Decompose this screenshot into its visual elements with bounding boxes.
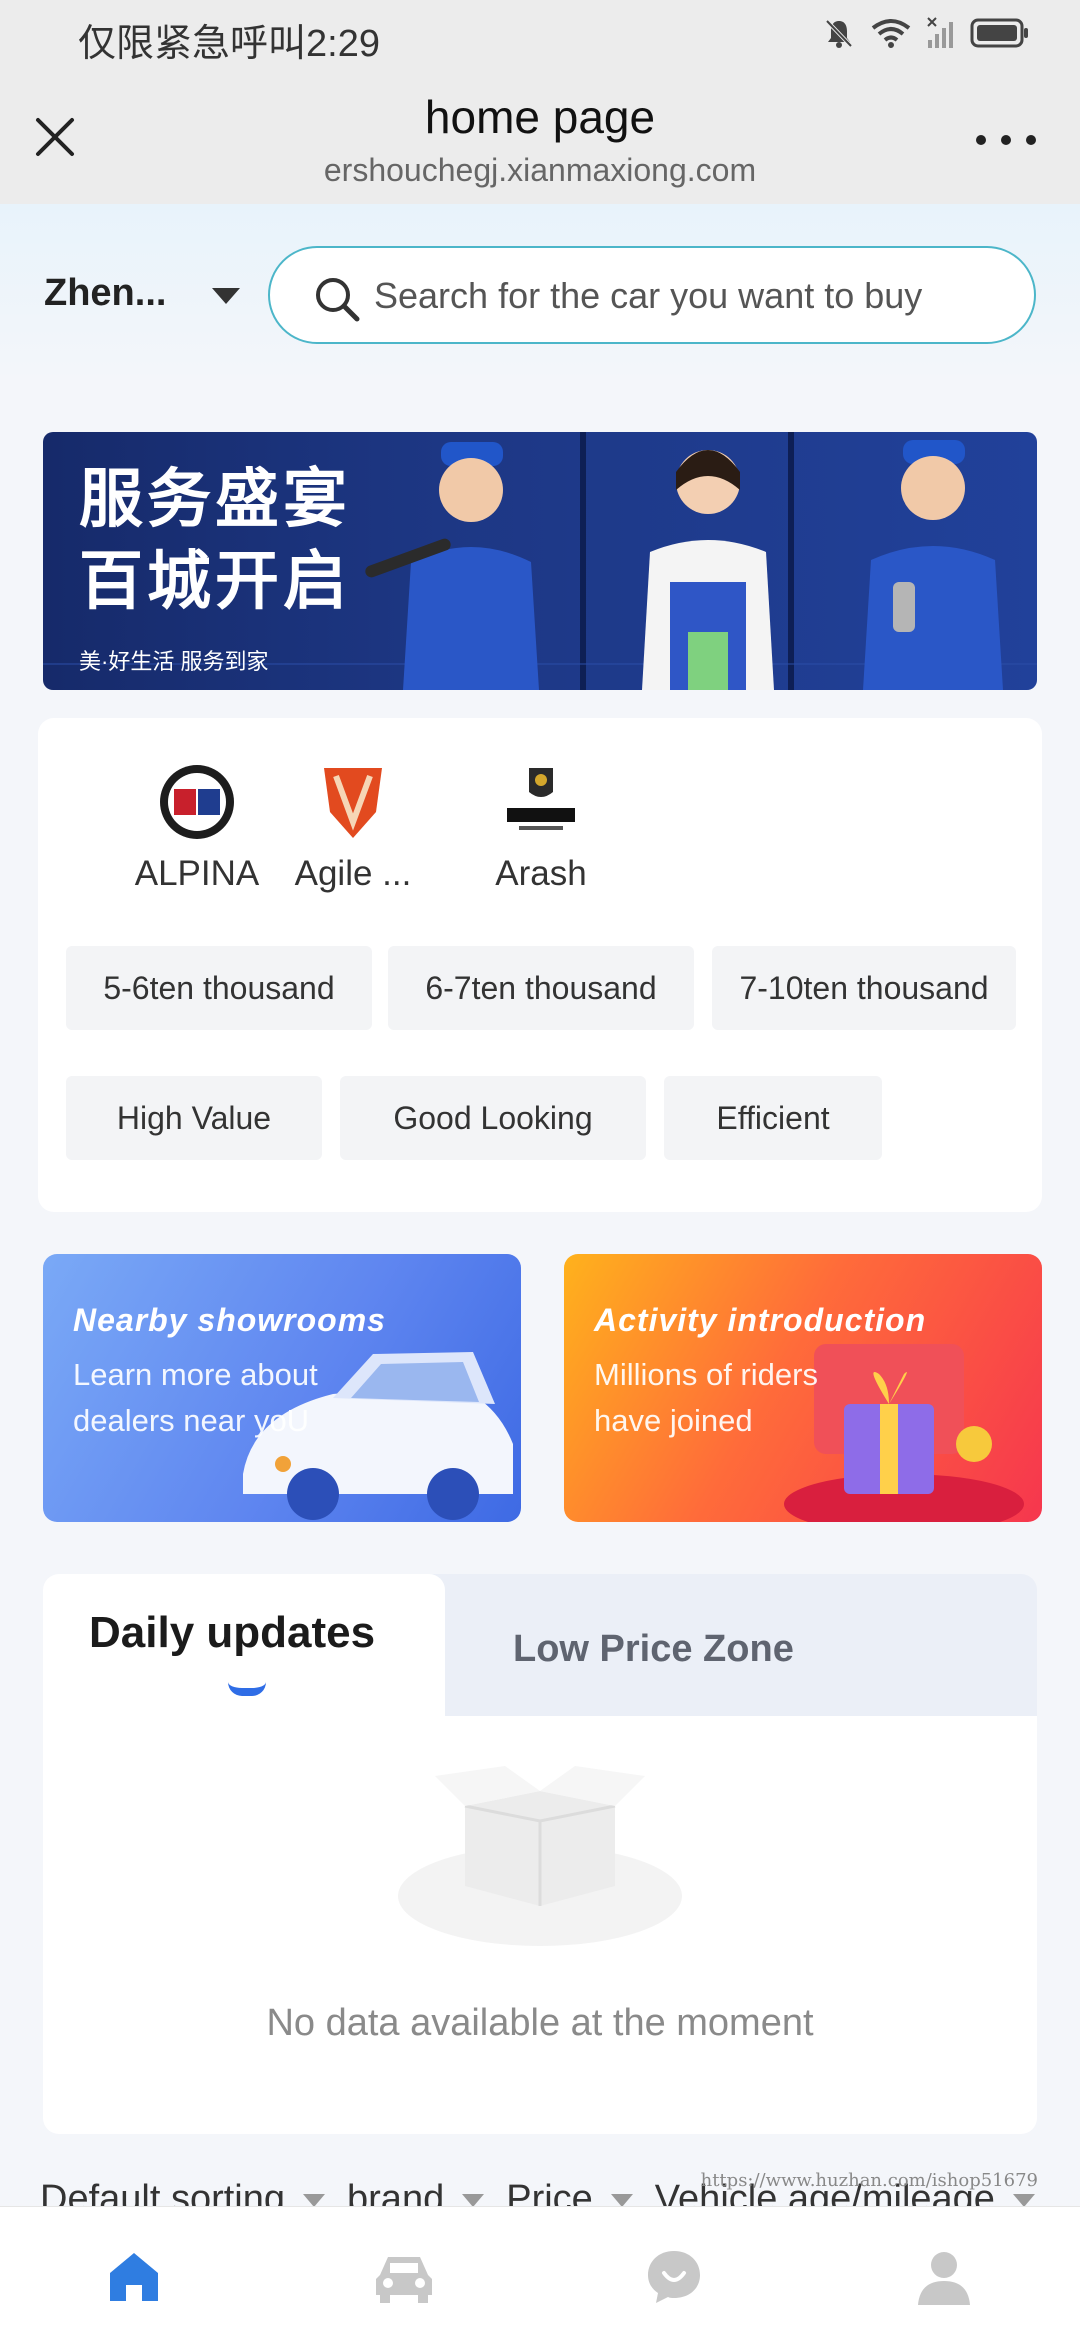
staff-figure-3 [863,440,1003,690]
no-signal-icon [927,17,953,48]
listing-tabs: Daily updates Low Price Zone [43,1574,1037,1716]
brand-name: Agile ... [294,854,412,893]
nav-profile[interactable] [912,2245,976,2309]
empty-box-icon [398,1766,682,1946]
mute-bell-icon [825,19,853,48]
arash-logo [501,762,581,842]
brand-item-alpina[interactable]: ALPINA [122,762,272,894]
status-bar: 仅限紧急呼叫2:29 [0,0,1080,72]
price-filter-chip[interactable]: 6-7ten thousand [388,946,694,1030]
alpina-logo [157,762,237,842]
more-icon[interactable] [976,120,1036,160]
banner-title-2: 百城开启 [79,544,351,619]
brand-name: ALPINA [134,854,260,893]
battery-icon [970,18,1028,48]
title-bar: home page ershouchegj.xianmaxiong.com [0,72,1080,204]
active-tab-indicator [228,1682,266,1696]
feature-filter-chip[interactable]: High Value [66,1076,322,1160]
promo-description: Learn more about dealers near yoU [73,1357,318,1438]
feature-filter-chip[interactable]: Good Looking [340,1076,646,1160]
search-icon [316,278,360,322]
activity-introduction-card[interactable]: Activity introduction Millions of riders… [564,1254,1042,1522]
more-dot [1001,135,1011,145]
chat-icon [648,2251,700,2303]
promo-description: Millions of riders have joined [594,1357,818,1438]
caret-down-icon[interactable] [212,288,240,304]
nearby-showrooms-card[interactable]: Nearby showrooms Learn more about dealer… [43,1254,521,1522]
staff-figure-2 [642,450,774,690]
nav-messages[interactable] [642,2245,706,2309]
brand-item-arash[interactable]: Arash [466,762,616,894]
wifi-icon [871,19,911,48]
search-box[interactable] [268,246,1036,344]
watermark: https://www.huzhan.com/ishop51679 [700,2170,1038,2191]
agile-logo [313,762,393,842]
page-title: home page [424,91,656,143]
tab-daily-updates[interactable]: Daily updates [43,1574,445,1716]
nav-home[interactable] [102,2245,166,2309]
status-icons [822,16,1030,50]
brand-filter-panel: ALPINA Agile ... Arash 5-6ten thousand 6… [38,718,1042,1212]
user-icon [918,2252,970,2305]
promo-title: Activity introduction [594,1302,927,1338]
car-icon [376,2257,432,2303]
listing-content: No data available at the moment [43,1716,1037,2134]
bottom-nav [0,2206,1080,2340]
clock: 2:29 [306,23,380,65]
brand-item-agile[interactable]: Agile ... [278,762,428,894]
status-time: 仅限紧急呼叫2:29 [78,12,380,67]
price-filter-chip[interactable]: 5-6ten thousand [66,946,372,1030]
more-dot [976,135,986,145]
city-selector[interactable]: Zhen... [44,272,166,315]
more-dot [1026,135,1036,145]
page-url: ershouchegj.xianmaxiong.com [323,152,757,188]
search-row: Zhen... [0,204,1080,384]
carrier-text: 仅限紧急呼叫 [78,23,307,65]
feature-filter-chip[interactable]: Efficient [664,1076,882,1160]
tab-low-price-zone[interactable]: Low Price Zone [513,1628,794,1671]
nav-cars[interactable] [372,2245,436,2309]
banner-title-1: 服务盛宴 [79,462,351,537]
brand-name: Arash [495,854,587,893]
banner-tagline: 美·好生活 服务到家 [79,649,269,674]
tab-label: Daily updates [89,1608,376,1657]
search-input[interactable] [374,268,994,324]
promo-banner[interactable]: 服务盛宴 百城开启 美·好生活 服务到家 [43,432,1037,690]
price-filter-chip[interactable]: 7-10ten thousand [712,946,1016,1030]
home-icon [110,2253,158,2301]
promo-title: Nearby showrooms [73,1302,386,1338]
empty-state-message: No data available at the moment [266,2002,814,2044]
staff-figure-1 [365,442,539,690]
